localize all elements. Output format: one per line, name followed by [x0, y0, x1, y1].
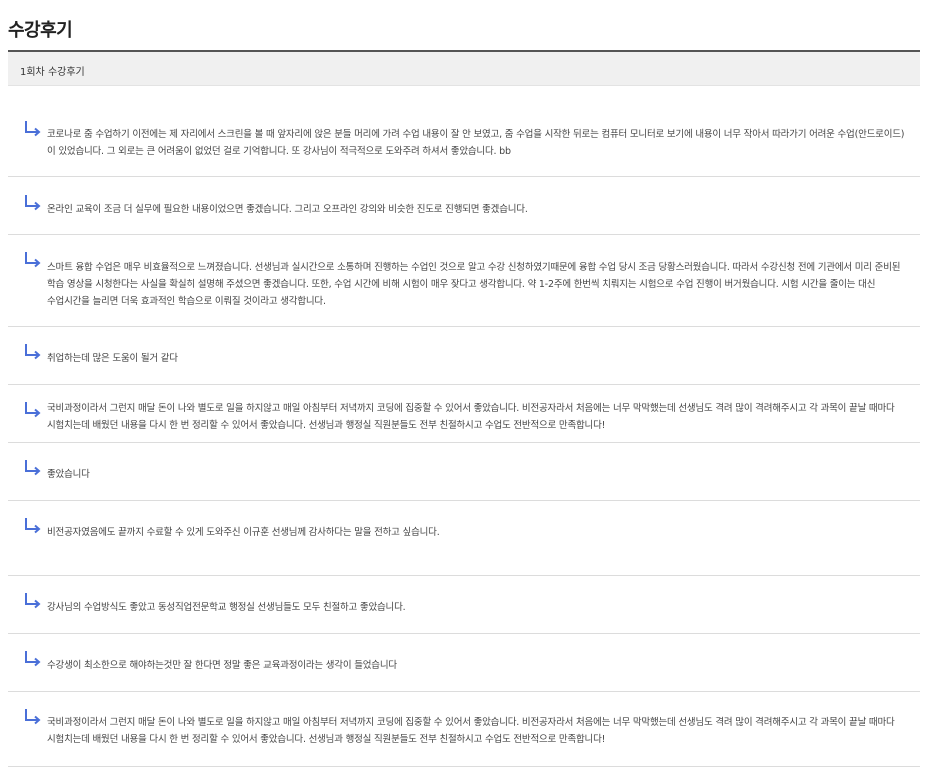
review-text: 비전공자였음에도 끝까지 수료할 수 있게 도와주신 이규훈 선생님께 감사하다… — [47, 527, 440, 538]
review-text: 강사님의 수업방식도 좋았고 동성직업전문학교 행정실 선생님들도 모두 친절하… — [47, 602, 406, 613]
reply-arrow-icon — [24, 120, 42, 138]
review-list: 코로나로 줌 수업하기 이전에는 제 자리에서 스크린을 볼 때 앞자리에 앉은… — [8, 86, 920, 767]
review-text: 코로나로 줌 수업하기 이전에는 제 자리에서 스크린을 볼 때 앞자리에 앉은… — [47, 129, 905, 157]
reply-arrow-icon — [24, 650, 42, 668]
review-item: 국비과정이라서 그런지 매달 돈이 나와 별도로 일을 하지않고 매일 아침부터… — [8, 692, 920, 767]
review-item: 강사님의 수업방식도 좋았고 동성직업전문학교 행정실 선생님들도 모두 친절하… — [8, 576, 920, 634]
review-text: 온라인 교육이 조금 더 실무에 필요한 내용이었으면 좋겠습니다. 그리고 오… — [47, 204, 528, 215]
review-text: 취업하는데 많은 도움이 될거 같다 — [47, 353, 178, 364]
reply-arrow-icon — [24, 517, 42, 535]
review-text: 수강생이 최소한으로 해야하는것만 잘 한다면 정말 좋은 교육과정이라는 생각… — [47, 660, 397, 671]
reply-arrow-icon — [24, 401, 42, 419]
review-item: 스마트 융합 수업은 매우 비효율적으로 느껴졌습니다. 선생님과 실시간으로 … — [8, 235, 920, 327]
section-header-label: 1회차 수강후기 — [20, 67, 85, 78]
review-item: 코로나로 줌 수업하기 이전에는 제 자리에서 스크린을 볼 때 앞자리에 앉은… — [8, 86, 920, 177]
review-item: 취업하는데 많은 도움이 될거 같다 — [8, 327, 920, 385]
reply-arrow-icon — [24, 459, 42, 477]
reply-arrow-icon — [24, 708, 42, 726]
reply-arrow-icon — [24, 194, 42, 212]
review-text: 국비과정이라서 그런지 매달 돈이 나와 별도로 일을 하지않고 매일 아침부터… — [47, 717, 895, 745]
review-text: 국비과정이라서 그런지 매달 돈이 나와 별도로 일을 하지않고 매일 아침부터… — [47, 403, 895, 431]
review-item: 수강생이 최소한으로 해야하는것만 잘 한다면 정말 좋은 교육과정이라는 생각… — [8, 634, 920, 692]
review-item: 좋았습니다 — [8, 443, 920, 501]
reply-arrow-icon — [24, 251, 42, 269]
reply-arrow-icon — [24, 343, 42, 361]
section-header: 1회차 수강후기 — [8, 52, 920, 86]
review-item: 비전공자였음에도 끝까지 수료할 수 있게 도와주신 이규훈 선생님께 감사하다… — [8, 501, 920, 576]
review-text: 좋았습니다 — [47, 469, 90, 480]
review-text: 스마트 융합 수업은 매우 비효율적으로 느껴졌습니다. 선생님과 실시간으로 … — [47, 262, 901, 307]
page-title: 수강후기 — [8, 20, 73, 41]
review-item: 온라인 교육이 조금 더 실무에 필요한 내용이었으면 좋겠습니다. 그리고 오… — [8, 177, 920, 235]
review-item: 국비과정이라서 그런지 매달 돈이 나와 별도로 일을 하지않고 매일 아침부터… — [8, 385, 920, 443]
reply-arrow-icon — [24, 592, 42, 610]
